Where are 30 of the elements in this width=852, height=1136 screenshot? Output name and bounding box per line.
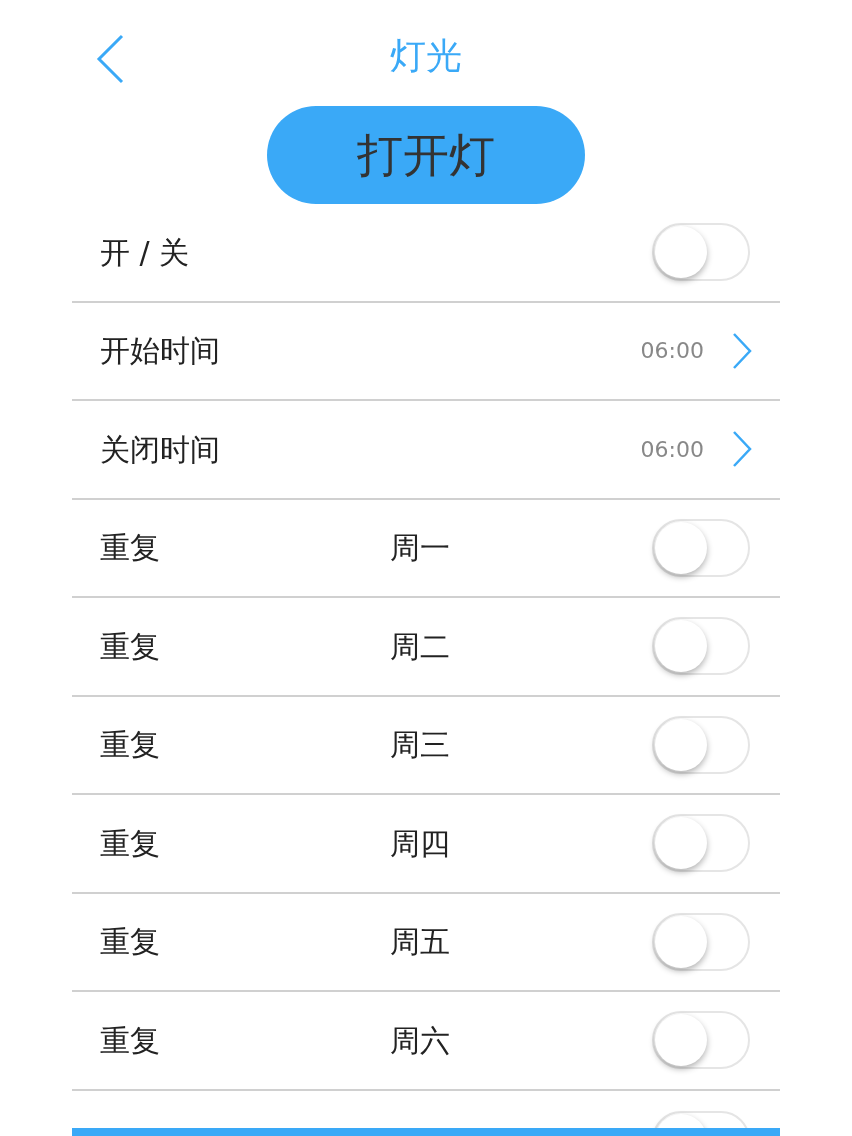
row-label: 重复 [100,726,161,765]
toggle-switch[interactable] [652,223,750,282]
weekday-label: 周一 [390,529,451,568]
row-label: 重复 [100,529,161,568]
row-label: 重复 [100,1021,161,1060]
page-title: 灯光 [390,34,462,78]
weekday-label: 周四 [390,824,451,863]
chevron-right-icon [732,331,752,370]
toggle-switch[interactable] [652,715,750,774]
toggle-switch[interactable] [652,1011,750,1070]
turn-on-light-button[interactable]: 打开灯 [267,106,585,204]
weekday-label: 周六 [390,1021,451,1060]
back-button[interactable] [96,34,124,84]
toggle-switch[interactable] [652,814,750,873]
weekday-label: 周三 [390,726,451,765]
row-label: 重复 [100,824,161,863]
toggle-switch[interactable] [652,518,750,577]
row-label: 重复 [100,923,161,962]
weekday-label: 周二 [390,627,451,666]
chevron-left-icon [96,34,124,84]
row-label: 开始时间 [100,332,221,371]
weekday-label: 周五 [390,923,451,962]
time-value: 06:00 [640,435,704,464]
chevron-right-icon [732,430,752,469]
time-value: 06:00 [640,337,704,366]
toggle-switch[interactable] [652,617,750,676]
row-label: 关闭时间 [100,430,221,469]
row-label: 重复 [100,627,161,666]
row-label: 开 / 关 [100,233,191,272]
toggle-switch[interactable] [652,912,750,971]
